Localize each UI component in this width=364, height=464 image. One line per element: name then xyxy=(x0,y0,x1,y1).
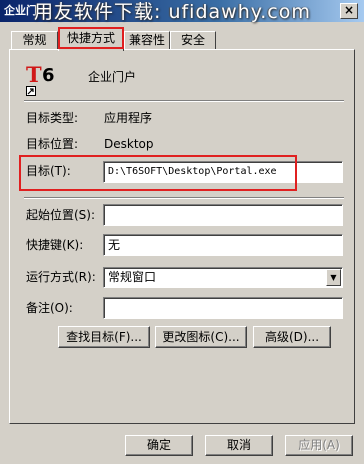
apply-button[interactable]: 应用(A) xyxy=(285,435,353,456)
cancel-button[interactable]: 取消 xyxy=(205,435,273,456)
ok-button[interactable]: 确定 xyxy=(125,435,193,456)
run-label: 运行方式(R): xyxy=(26,270,96,284)
watermark: 用友软件下载: ufidawhy.com xyxy=(34,1,311,23)
close-button[interactable]: × xyxy=(340,3,358,19)
comment-label: 备注(O): xyxy=(26,301,73,315)
shortcut-key-input[interactable]: 无 xyxy=(103,234,343,256)
tab-highlight-annotation xyxy=(58,27,124,49)
separator xyxy=(24,197,344,199)
run-select[interactable]: 常规窗口 xyxy=(103,267,343,288)
comment-input[interactable] xyxy=(103,297,343,319)
start-in-input[interactable] xyxy=(103,204,343,226)
target-type-label: 目标类型: xyxy=(26,111,79,125)
target-location-value: Desktop xyxy=(104,137,154,151)
find-target-button[interactable]: 查找目标(F)... xyxy=(58,326,150,348)
target-location-label: 目标位置: xyxy=(26,137,79,151)
shortcut-key-label: 快捷键(K): xyxy=(26,238,84,252)
tab-security[interactable]: 安全 xyxy=(170,31,216,50)
target-type-value: 应用程序 xyxy=(104,111,153,125)
tab-general[interactable]: 常规 xyxy=(11,31,58,50)
target-highlight-annotation xyxy=(19,155,297,191)
start-in-label: 起始位置(S): xyxy=(26,208,96,222)
shortcut-name: 企业门户 xyxy=(88,70,137,84)
separator xyxy=(24,100,344,102)
advanced-button[interactable]: 高级(D)... xyxy=(253,326,331,348)
tab-compatibility[interactable]: 兼容性 xyxy=(124,31,170,50)
change-icon-button[interactable]: 更改图标(C)... xyxy=(155,326,247,348)
shortcut-arrow-icon xyxy=(26,86,36,96)
t6-logo-6: 6 xyxy=(42,65,55,86)
dropdown-arrow-icon[interactable]: ▼ xyxy=(326,269,341,286)
app-icon: T 6 xyxy=(26,64,60,98)
window-title: 企业门 xyxy=(4,4,37,17)
